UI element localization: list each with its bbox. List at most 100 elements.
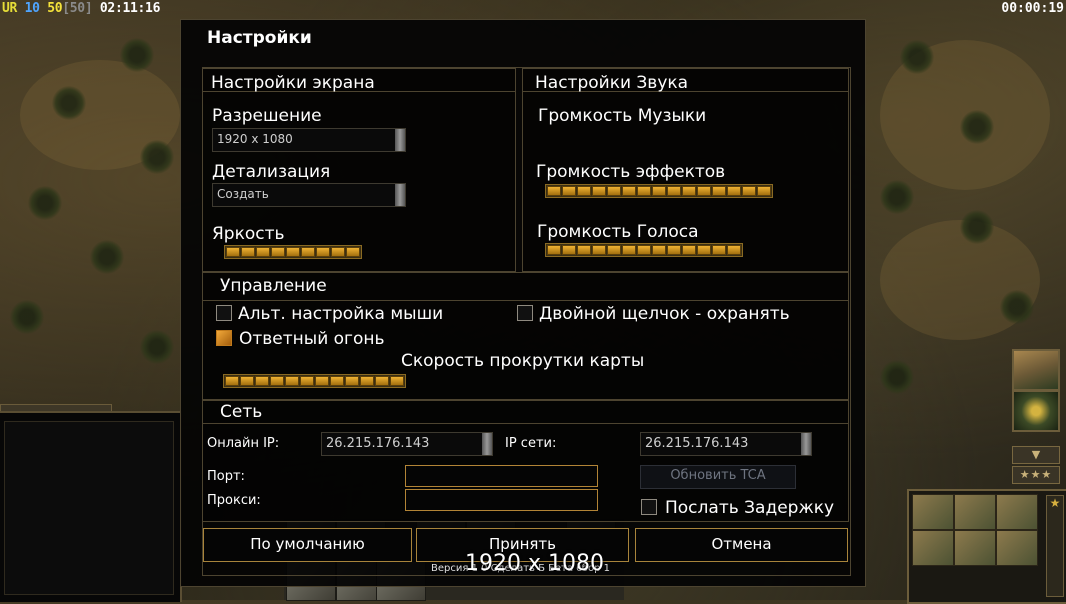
- slider-segment: [577, 245, 591, 255]
- slider-segment: [742, 186, 756, 196]
- slider-segment: [667, 186, 681, 196]
- slider-segment: [682, 186, 696, 196]
- online-ip-select[interactable]: 26.215.176.143: [321, 432, 493, 456]
- command-slot[interactable]: [996, 494, 1038, 530]
- palm-tree: [960, 110, 994, 144]
- slider-segment: [712, 245, 726, 255]
- slider-segment: [301, 247, 315, 257]
- slider-segment: [682, 245, 696, 255]
- brightness-slider[interactable]: [224, 245, 362, 259]
- voice-volume-label: Громкость Голоса: [537, 222, 699, 242]
- scroll-speed-slider[interactable]: [223, 374, 406, 388]
- proxy-label: Прокси:: [207, 493, 261, 508]
- port-input[interactable]: [405, 465, 598, 487]
- command-slot[interactable]: [912, 530, 954, 566]
- minimap-view[interactable]: [4, 421, 174, 595]
- slider-segment: [315, 376, 329, 386]
- slider-segment: [637, 186, 651, 196]
- slider-segment: [346, 247, 360, 257]
- slider-segment: [592, 245, 606, 255]
- scrollbar[interactable]: [801, 433, 811, 455]
- slider-segment: [330, 376, 344, 386]
- command-slot[interactable]: [912, 494, 954, 530]
- slider-segment: [285, 376, 299, 386]
- palm-tree: [52, 86, 86, 120]
- controls-title: Управление: [220, 276, 327, 296]
- command-panel: ★: [907, 489, 1066, 604]
- screen-settings-title: Настройки экрана: [211, 73, 375, 93]
- hud-ur: UR: [2, 1, 18, 16]
- scrollbar[interactable]: [482, 433, 492, 455]
- minimap-panel[interactable]: [0, 411, 182, 602]
- slider-segment: [607, 245, 621, 255]
- slider-segment: [390, 376, 404, 386]
- lan-ip-value: 26.215.176.143: [645, 436, 749, 451]
- proxy-input[interactable]: [405, 489, 598, 511]
- resolution-select[interactable]: 1920 x 1080: [212, 128, 406, 152]
- palm-tree: [140, 330, 174, 364]
- palm-tree: [120, 38, 154, 72]
- slider-segment: [240, 376, 254, 386]
- effects-volume-label: Громкость эффектов: [536, 162, 726, 182]
- network-title: Сеть: [220, 402, 263, 422]
- cancel-button[interactable]: Отмена: [635, 528, 848, 562]
- alt-mouse-label[interactable]: Альт. настройка мыши: [238, 304, 443, 324]
- slider-segment: [757, 186, 771, 196]
- resolution-overlay: 1920 x 1080: [465, 551, 604, 576]
- scrollbar[interactable]: [395, 184, 405, 206]
- return-fire-checkbox[interactable]: [216, 330, 232, 346]
- section-divider: [203, 423, 848, 424]
- palm-tree: [10, 300, 44, 334]
- rank-stars-icon[interactable]: ★★★: [1012, 466, 1060, 484]
- hud-units: 50: [47, 1, 63, 16]
- palm-tree: [880, 180, 914, 214]
- slider-segment: [271, 247, 285, 257]
- dialog-title: Настройки: [207, 28, 312, 48]
- slider-segment: [652, 245, 666, 255]
- scrollbar[interactable]: [395, 129, 405, 151]
- lan-ip-select[interactable]: 26.215.176.143: [640, 432, 812, 456]
- general-badge-portrait[interactable]: [1012, 390, 1060, 432]
- unit-portrait[interactable]: [1012, 349, 1060, 391]
- palm-tree: [900, 40, 934, 74]
- port-label: Порт:: [207, 469, 245, 484]
- command-slot[interactable]: [954, 530, 996, 566]
- slider-segment: [697, 186, 711, 196]
- palm-tree: [1000, 290, 1034, 324]
- double-click-guard-label[interactable]: Двойной щелчок - охранять: [539, 304, 790, 324]
- voice-volume-slider[interactable]: [545, 243, 743, 257]
- command-slot[interactable]: [954, 494, 996, 530]
- music-volume-label: Громкость Музыки: [538, 106, 707, 126]
- send-delay-checkbox[interactable]: [641, 499, 657, 515]
- slider-segment: [241, 247, 255, 257]
- effects-volume-slider[interactable]: [545, 184, 773, 198]
- slider-segment: [345, 376, 359, 386]
- palm-tree: [90, 240, 124, 274]
- return-fire-label[interactable]: Ответный огонь: [239, 329, 385, 349]
- update-tca-button[interactable]: Обновить TCA: [640, 465, 796, 489]
- slider-segment: [637, 245, 651, 255]
- section-divider: [203, 300, 848, 301]
- send-delay-label[interactable]: Послать Задержку: [665, 498, 834, 518]
- slider-segment: [712, 186, 726, 196]
- command-slot[interactable]: [996, 530, 1038, 566]
- palm-tree: [140, 140, 174, 174]
- detail-label: Детализация: [212, 162, 331, 182]
- palm-tree: [880, 360, 914, 394]
- alt-mouse-checkbox[interactable]: [216, 305, 232, 321]
- chevron-down-icon[interactable]: ▼: [1012, 446, 1060, 464]
- slider-segment: [225, 376, 239, 386]
- defaults-button[interactable]: По умолчанию: [203, 528, 412, 562]
- double-click-guard-checkbox[interactable]: [517, 305, 533, 321]
- settings-dialog: Настройки Настройки экрана Разрешение 19…: [180, 19, 866, 587]
- slider-segment: [547, 245, 561, 255]
- slider-segment: [286, 247, 300, 257]
- detail-select[interactable]: Создать: [212, 183, 406, 207]
- slider-segment: [226, 247, 240, 257]
- slider-segment: [300, 376, 314, 386]
- slider-segment: [652, 186, 666, 196]
- slider-segment: [622, 186, 636, 196]
- slider-segment: [667, 245, 681, 255]
- slider-segment: [727, 186, 741, 196]
- resource-hud: UR 10 50[50] 02:11:16: [2, 1, 160, 16]
